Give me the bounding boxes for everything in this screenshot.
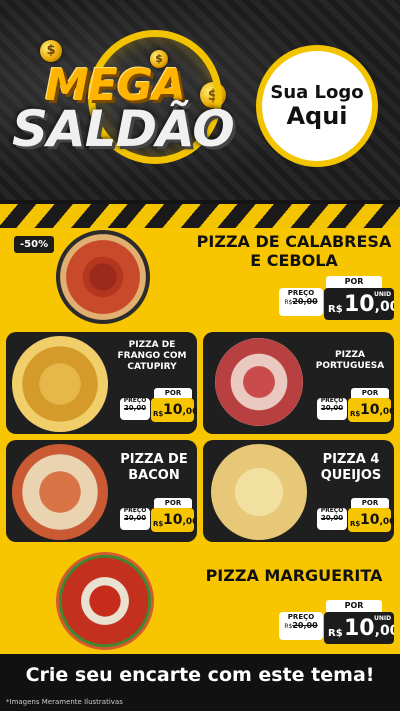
- product-name: PIZZA 4 QUEIJOS: [320, 452, 382, 483]
- por-label: POR: [154, 498, 192, 508]
- pizza-image: [215, 338, 303, 426]
- pizza-image: [12, 444, 108, 540]
- old-price-box: PREÇO 20,00: [120, 507, 150, 530]
- price-box: R$ 10,00: [348, 508, 394, 532]
- price-box: R$ 10,00: [151, 508, 197, 532]
- product-grid: -50% PIZZA DE CALABRESA E CEBOLA POR PRE…: [0, 228, 400, 711]
- price-box: R$ 10,00: [348, 398, 394, 422]
- por-label: POR: [326, 600, 382, 612]
- coin-icon: $: [40, 40, 62, 62]
- por-label: POR: [351, 498, 389, 508]
- footer: Crie seu encarte com este tema! *Imagens…: [0, 654, 400, 711]
- por-label: POR: [154, 388, 192, 398]
- product-name: PIZZA MARGUERITA: [205, 566, 383, 585]
- product-card-portuguesa: PIZZA PORTUGUESA POR PREÇO 20,00 R$ 10,0…: [203, 332, 394, 434]
- product-card-marguerita: PIZZA MARGUERITA POR PREÇO R$20,00 R$ 10…: [6, 548, 394, 652]
- price-box: R$ 10,00 UNID: [324, 288, 394, 320]
- product-name: PIZZA DE FRANGO COM CATUPIRY: [117, 340, 187, 372]
- logo-text-line2: Aqui: [286, 101, 348, 130]
- title-saldao: SALDÃO: [12, 100, 235, 158]
- pizza-image: [56, 552, 154, 650]
- old-price-box: PREÇO 20,00: [317, 507, 347, 530]
- por-label: POR: [326, 276, 382, 288]
- discount-badge: -50%: [14, 236, 55, 253]
- product-name: PIZZA DE BACON: [120, 452, 188, 483]
- old-price-box: PREÇO R$20,00: [279, 288, 323, 316]
- price-box: R$ 10,00 UNID: [324, 612, 394, 644]
- product-name: PIZZA PORTUGUESA: [315, 350, 385, 371]
- product-name: PIZZA DE CALABRESA E CEBOLA: [196, 232, 392, 271]
- price-box: R$ 10,00: [151, 398, 197, 422]
- logo-placeholder: Sua Logo Aqui: [256, 45, 378, 167]
- old-price-box: PREÇO 20,00: [317, 397, 347, 420]
- pizza-image: [56, 230, 150, 324]
- pizza-image: [211, 444, 307, 540]
- old-price-box: PREÇO R$20,00: [279, 612, 323, 640]
- hazard-stripe: [0, 204, 400, 228]
- pizza-image: [12, 336, 108, 432]
- old-price-box: PREÇO 20,00: [120, 397, 150, 420]
- product-card-4-queijos: PIZZA 4 QUEIJOS POR PREÇO 20,00 R$ 10,00: [203, 440, 394, 542]
- product-card-calabresa: -50% PIZZA DE CALABRESA E CEBOLA POR PRE…: [6, 228, 394, 326]
- product-card-frango: PIZZA DE FRANGO COM CATUPIRY POR PREÇO 2…: [6, 332, 197, 434]
- por-label: POR: [351, 388, 389, 398]
- product-card-bacon: PIZZA DE BACON POR PREÇO 20,00 R$ 10,00: [6, 440, 197, 542]
- header-banner: $ $ $ MEGA SALDÃO Sua Logo Aqui: [0, 0, 400, 200]
- logo-text-line1: Sua Logo: [270, 81, 364, 103]
- cta-text: Crie seu encarte com este tema!: [25, 664, 375, 686]
- disclaimer-text: *Imagens Meramente Ilustrativas: [6, 698, 123, 706]
